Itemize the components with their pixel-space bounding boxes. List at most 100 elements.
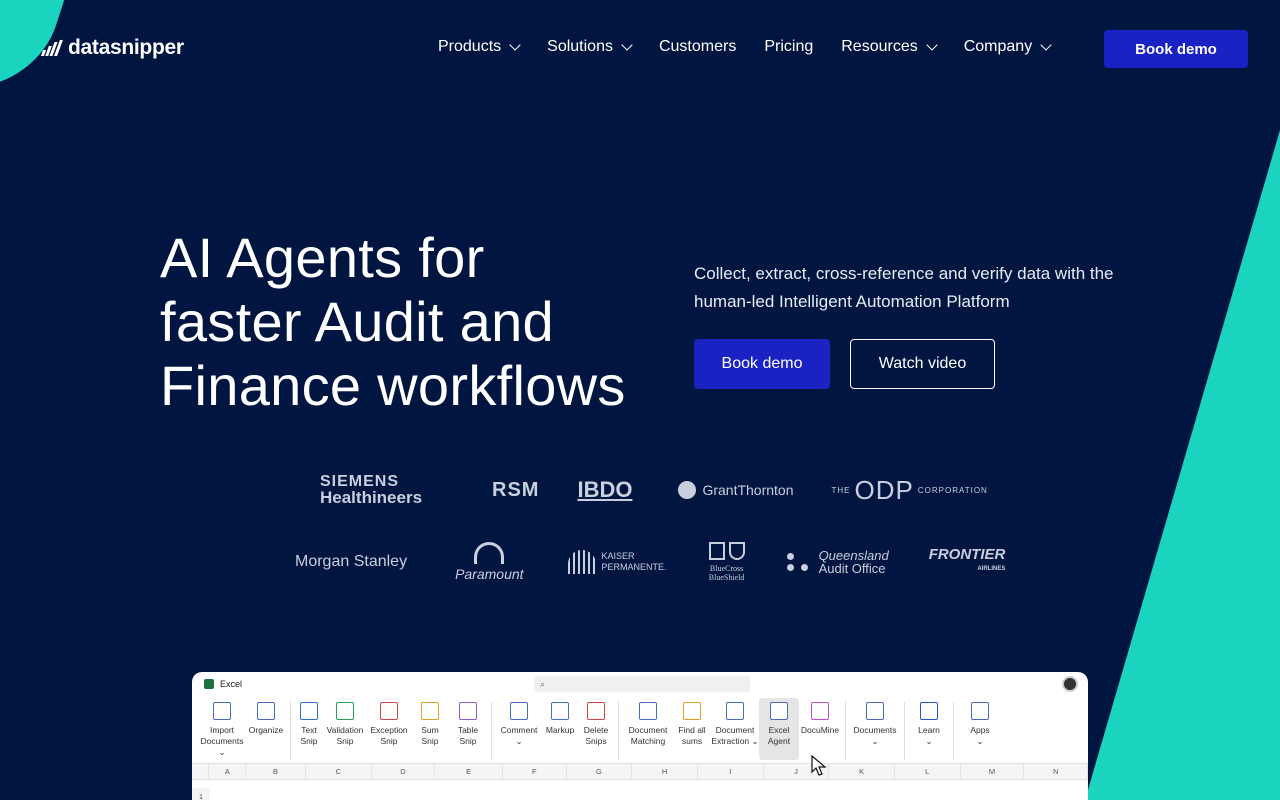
- apps-icon: [971, 702, 989, 720]
- nav-book-demo-button[interactable]: Book demo: [1104, 30, 1248, 68]
- ribbon-button-text-snip[interactable]: Text Snip: [295, 702, 323, 747]
- logo-mark-icon: [40, 40, 63, 56]
- ribbon-button-delete-snips[interactable]: Delete Snips: [578, 702, 614, 747]
- kaiser-permanente-logo: KAISER PERMANENTE.: [567, 550, 667, 574]
- nav-label: Resources: [841, 38, 918, 55]
- nav-item-solutions[interactable]: Solutions: [547, 38, 633, 56]
- delete-snips-icon: [587, 702, 605, 720]
- watch-video-button[interactable]: Watch video: [850, 339, 995, 389]
- ribbon-label: Validation: [326, 725, 364, 735]
- nav-menu: Products Solutions Customers Pricing Res…: [438, 38, 1078, 56]
- exception-snip-icon: [380, 702, 398, 720]
- markup-icon: [551, 702, 569, 720]
- column-header[interactable]: C: [306, 764, 372, 779]
- ribbon-label: Snip: [300, 736, 318, 746]
- ribbon-label: Document: [715, 725, 755, 735]
- ribbon-button-learn[interactable]: Learn ⌄: [909, 702, 949, 747]
- ribbon-label: Matching: [630, 736, 666, 746]
- column-header[interactable]: K: [829, 764, 895, 779]
- ribbon-button-sum-snip[interactable]: Sum Snip: [411, 702, 449, 747]
- comment-icon: [510, 702, 528, 720]
- chevron-down-icon: [926, 38, 938, 51]
- column-header[interactable]: H: [632, 764, 698, 779]
- ribbon-button-comment[interactable]: Comment ⌄: [496, 702, 542, 747]
- logo-text: Paramount: [455, 566, 524, 582]
- excel-search-input[interactable]: ⌕: [534, 676, 750, 692]
- column-header[interactable]: F: [503, 764, 567, 779]
- nav-item-resources[interactable]: Resources: [841, 38, 938, 56]
- column-header[interactable]: N: [1024, 764, 1088, 779]
- nav-item-customers[interactable]: Customers: [659, 38, 736, 56]
- nav-label: Solutions: [547, 38, 613, 55]
- import-icon: [213, 702, 231, 720]
- nav-item-pricing[interactable]: Pricing: [764, 38, 813, 56]
- hero-book-demo-button[interactable]: Book demo: [694, 339, 830, 389]
- ribbon-button-validation-snip[interactable]: Validation Snip: [323, 702, 367, 747]
- sum-snip-icon: [421, 702, 439, 720]
- ribbon-button-documents[interactable]: Documents ⌄: [850, 702, 900, 747]
- nav-item-company[interactable]: Company: [964, 38, 1052, 56]
- text-snip-icon: [300, 702, 318, 720]
- ribbon-label: Exception: [370, 725, 408, 735]
- ribbon-button-document-extraction[interactable]: Document Extraction ⌄: [711, 702, 759, 747]
- ribbon-separator: [904, 702, 905, 760]
- column-header[interactable]: D: [372, 764, 436, 779]
- excel-app-preview: Excel ⌕ Import Documents ⌄ Organize Text Sni…: [192, 672, 1088, 800]
- document-extraction-icon: [726, 702, 744, 720]
- column-header[interactable]: L: [895, 764, 961, 779]
- column-header[interactable]: I: [698, 764, 764, 779]
- ribbon-button-find-sums[interactable]: Find all sums: [673, 702, 711, 747]
- column-header[interactable]: M: [961, 764, 1025, 779]
- ribbon-button-exception-snip[interactable]: Exception Snip: [367, 702, 411, 747]
- ribbon-label: Comment: [500, 725, 538, 735]
- ribbon-button-import[interactable]: Import Documents ⌄: [198, 702, 246, 758]
- grant-thornton-mark-icon: [678, 481, 697, 499]
- select-all-corner[interactable]: [192, 764, 210, 779]
- nav-item-products[interactable]: Products: [438, 38, 521, 56]
- hero-title: AI Agents for faster Audit and Finance w…: [160, 226, 660, 418]
- ribbon-label: Snip: [336, 736, 354, 746]
- ribbon-button-document-matching[interactable]: Document Matching: [623, 702, 673, 747]
- excel-agent-icon: [770, 702, 788, 720]
- ribbon-label: Delete: [583, 725, 609, 735]
- avatar[interactable]: [1062, 676, 1078, 692]
- ribbon-label: Learn: [918, 725, 940, 735]
- hero-actions: Book demo Watch video: [694, 339, 995, 389]
- hero-title-line: faster Audit and: [160, 290, 554, 353]
- ribbon-button-documine[interactable]: DocuMine: [799, 702, 841, 736]
- column-header[interactable]: E: [435, 764, 503, 779]
- column-header[interactable]: B: [246, 764, 306, 779]
- row-number: 1: [192, 788, 210, 800]
- ribbon-label: ⌄: [871, 736, 879, 746]
- ribbon-label: sums: [681, 736, 703, 746]
- ribbon-label: Table: [457, 725, 479, 735]
- odp-corporation-logo: THE ODP CORPORATION: [832, 475, 988, 506]
- folder-icon: [257, 702, 275, 720]
- ribbon-button-folder[interactable]: Organize: [246, 702, 286, 736]
- ribbon-label: ⌄: [515, 736, 523, 746]
- ribbon-button-table-snip[interactable]: Table Snip: [449, 702, 487, 747]
- paramount-logo: Paramount: [455, 542, 524, 582]
- logo-text: Healthineers: [320, 488, 423, 507]
- column-header[interactable]: G: [567, 764, 633, 779]
- logo-text: GrantThornton: [702, 482, 794, 498]
- frontier-airlines-logo: FRONTIER AIRLINES: [929, 547, 1006, 576]
- logo-text: Audit Office: [818, 561, 886, 576]
- ribbon-button-markup[interactable]: Markup: [542, 702, 578, 736]
- brand-logo[interactable]: datasnipper: [40, 36, 184, 60]
- brand-name: datasnipper: [68, 36, 184, 59]
- ribbon-button-excel-agent[interactable]: Excel Agent: [759, 698, 799, 760]
- ribbon-label: Markup: [545, 725, 575, 735]
- column-header[interactable]: A: [209, 764, 247, 779]
- column-headers: ABCDEFGHIJKLMN: [192, 764, 1088, 780]
- logo-text: KAISER: [601, 551, 635, 561]
- chevron-down-icon: [621, 38, 633, 51]
- customer-logos-row-2: Morgan Stanley Paramount KAISER PERMANEN…: [295, 542, 1005, 582]
- ribbon-button-apps[interactable]: Apps ⌄: [958, 702, 1002, 747]
- queensland-audit-office-logo: Queensland Audit Office: [786, 549, 889, 576]
- validation-snip-icon: [336, 702, 354, 720]
- logo-text: BlueShield: [708, 573, 745, 582]
- logo-text: AIRLINES: [977, 566, 1006, 572]
- ribbon-separator: [845, 702, 846, 760]
- documents-icon: [866, 702, 884, 720]
